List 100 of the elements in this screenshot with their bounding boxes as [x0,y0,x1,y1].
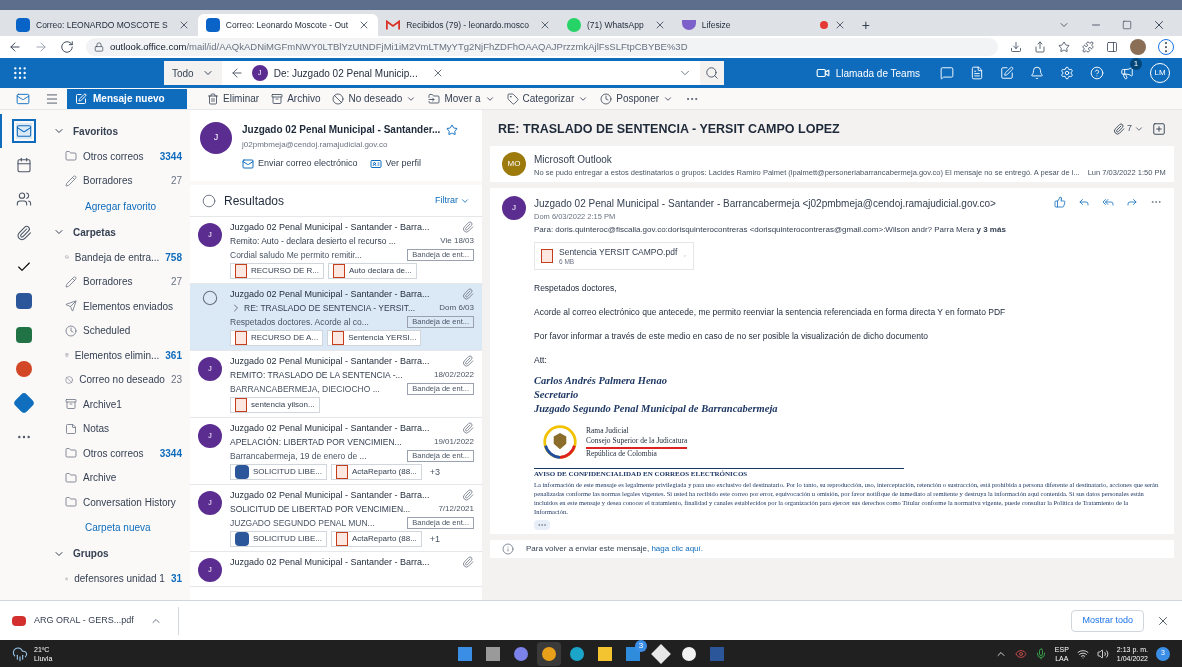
emblem-drawing [542,424,578,461]
wifi-icon[interactable] [1076,647,1089,660]
folder-section-header[interactable]: Favoritos [53,118,182,144]
rain-cloud-icon[interactable] [12,645,28,662]
folder-section-header[interactable]: Carpetas [53,219,182,245]
tray-app-icon[interactable] [1014,647,1027,660]
folder-item[interactable]: Bandeja de entra... 758 [53,245,182,270]
folder-item[interactable]: defensores unidad 1 31 [53,566,182,591]
toolbar-button[interactable]: Archivo [271,91,321,106]
spreadsheet-app-icon[interactable] [15,327,32,343]
reload-icon[interactable] [60,40,74,54]
contact-action-link[interactable]: Ver perfil [369,157,422,171]
resend-link[interactable]: haga clic aquí. [651,543,703,553]
folder-item[interactable]: Borradores 27 [53,269,182,294]
contact-action-link[interactable]: Enviar correo electrónico [242,157,358,171]
share-icon[interactable] [1034,41,1046,53]
profile-avatar-icon[interactable] [1130,39,1146,55]
toolbar-button[interactable]: Posponer [600,91,674,106]
attachment-chip[interactable]: sentencia yilson... [230,397,320,413]
toolbar-button[interactable]: Eliminar [207,91,260,106]
close-tab-icon[interactable] [539,19,551,31]
volume-icon[interactable] [1096,647,1109,660]
calendar-icon[interactable] [15,157,32,173]
folder-item[interactable]: Otros correos 3344 [53,144,182,169]
collapsed-message[interactable] [490,146,1174,182]
presentation-app-icon[interactable] [15,361,32,377]
settings-icon[interactable] [1060,66,1074,80]
chat-app-icon [567,18,581,32]
feedback-icon[interactable] [1120,66,1134,80]
attachment-chip[interactable]: ActaReparto (88... [330,464,422,480]
edit-icon[interactable] [1000,66,1014,80]
attachment-chip[interactable]: Auto declara de... [328,263,417,279]
avatar: MO [502,152,526,176]
show-more-icon[interactable] [534,519,550,530]
document-icon[interactable] [970,66,984,80]
new-tab-button[interactable]: + [853,14,878,36]
new-message-button[interactable]: Mensaje nuevo [67,88,187,109]
browser-tab[interactable]: Correo: Leonardo Moscote - Out [197,14,379,36]
message-date: Vie 18/03 [440,235,474,247]
favorite-star-icon[interactable] [446,123,459,136]
attachment-chip[interactable]: SOLICITUD LIBE... [230,464,327,480]
document-app-icon[interactable] [15,293,32,309]
microphone-icon[interactable] [1034,647,1047,660]
install-icon[interactable] [1010,41,1022,53]
folder-item[interactable]: Elementos elimin... 361 [53,343,182,368]
app-launcher-icon[interactable] [12,65,28,81]
toolbar-button[interactable]: Categorizar [506,91,589,106]
message-preview: BARRANCABERMEJA, DIECIOCHO ... [230,383,380,395]
attachment-chip[interactable]: ActaReparto (88... [330,531,422,547]
paperclip-icon [462,221,474,233]
maximize-icon[interactable] [1122,20,1132,30]
folder-section-header[interactable]: Grupos [53,540,182,567]
reply-icon[interactable] [1078,196,1090,208]
side-panel-icon[interactable] [1106,41,1118,53]
attachment-chip[interactable]: Sentencia YERSI... [327,330,422,346]
folder-item[interactable]: Archive1 [53,392,182,417]
toolbar-button[interactable]: Mover a [428,91,495,106]
bookmark-star-icon[interactable] [1058,41,1070,53]
paperclip-icon[interactable] [15,225,32,241]
select-all-icon[interactable] [202,193,216,208]
folder-item[interactable]: Elementos enviados [53,294,182,319]
extensions-icon[interactable] [1082,41,1094,53]
teams-call-button[interactable]: Llamada de Teams [815,65,920,81]
mail-icon[interactable] [15,91,30,106]
search-scope-dropdown[interactable]: Todo [164,61,222,85]
show-all-button[interactable]: Mostrar todo [1071,609,1144,632]
download-item[interactable]: ARG ORAL - GERS...pdf [12,606,179,635]
folder-link[interactable]: Agregar favorito [53,193,182,219]
folder-item[interactable]: Correo no deseado 23 [53,367,182,392]
attachment-name: Sentencia YERSIT CAMPO.pdf [559,246,678,258]
folder-item[interactable]: Otros correos 3344 [53,441,182,466]
reply-all-icon[interactable] [1102,196,1114,208]
taskbar-app[interactable] [537,641,561,666]
people-icon[interactable] [15,191,32,207]
notifications-icon[interactable] [1030,66,1044,80]
close-icon[interactable] [1152,18,1166,32]
address-bar[interactable]: outlook.office.com/mail/id/AAQkADNiMGFmNWY0LTBlYzUtNDFjMi1iM2VmLTMyYTg2NjFhZDFhOAAQAJPrzzmkAjlFsSLFtpCBYBE%3D [86,38,998,56]
attachment-count[interactable]: 7 [1113,122,1144,136]
like-icon[interactable] [1054,196,1066,208]
forward-icon[interactable] [1126,196,1138,208]
folder-item[interactable]: Scheduled [53,318,182,343]
back-icon[interactable] [8,40,22,54]
folder-item[interactable]: Archive [53,465,182,490]
filter-button[interactable]: Filtrar [435,193,470,208]
folder-item[interactable]: Conversation History [53,490,182,515]
attachment-chip[interactable]: RECURSO DE A... [230,330,324,346]
attachment-chip[interactable]: RECURSO DE R... [230,263,324,279]
menu-icon[interactable] [45,91,59,106]
attachment-chip[interactable]: SOLICITUD LIBE... [230,531,327,547]
contact-name: Juzgado 02 Penal Municipal - Santander... [242,123,441,137]
selection-circle-icon[interactable] [202,290,218,306]
help-icon[interactable] [1090,66,1104,80]
toolbar-button[interactable]: No deseado [332,91,417,106]
folder-link[interactable]: Carpeta nueva [53,514,182,541]
folder-item[interactable]: Borradores 27 [53,168,182,193]
expand-icon[interactable] [1152,122,1166,136]
chat-icon[interactable] [940,66,954,80]
back-icon[interactable] [229,66,244,80]
folder-item[interactable]: Notas [53,416,182,441]
search-icon[interactable] [705,66,719,80]
